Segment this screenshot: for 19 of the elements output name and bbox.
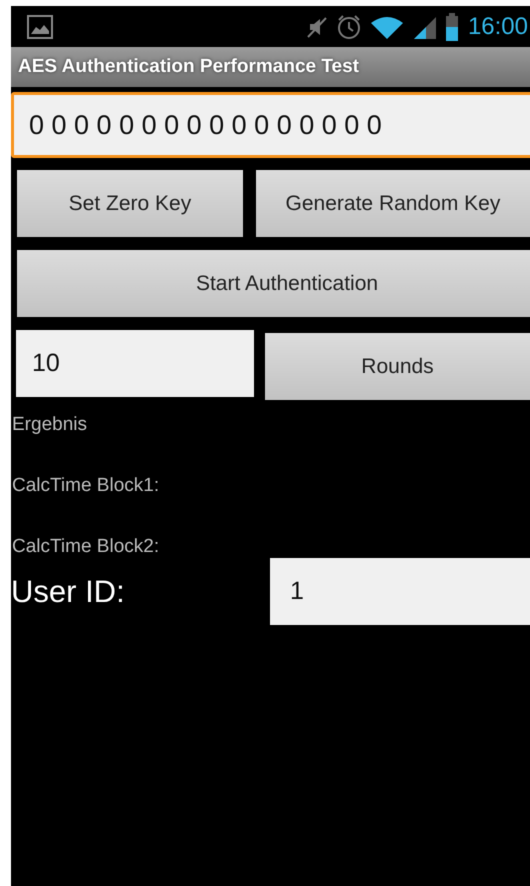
alarm-clock-icon: [336, 14, 362, 40]
key-field[interactable]: 0 0 0 0 0 0 0 0 0 0 0 0 0 0 0 0: [11, 92, 530, 158]
clock: 16:00: [468, 12, 528, 40]
image-icon: [27, 14, 53, 38]
key-button[interactable]: Set Zero Key: [17, 170, 243, 237]
rounds-field[interactable]: 10: [16, 330, 254, 397]
signal-icon: [412, 14, 436, 38]
app-title: AES Authentication Performance Test: [11, 47, 530, 87]
muted-speaker-icon: [306, 14, 328, 38]
result-label: Ergebnis: [12, 414, 88, 437]
result-label: CalcTime Block2:: [12, 536, 160, 559]
user-id-field[interactable]: 1: [270, 558, 530, 625]
wifi-icon: [370, 14, 404, 38]
battery-icon: [444, 12, 460, 40]
user-id-label: User ID:: [11, 574, 126, 610]
result-label: CalcTime Block1:: [12, 475, 160, 498]
rounds-button[interactable]: Rounds: [265, 333, 530, 400]
start-authentication-button[interactable]: Start Authentication: [17, 250, 530, 317]
key-button[interactable]: Generate Random Key: [256, 170, 530, 237]
